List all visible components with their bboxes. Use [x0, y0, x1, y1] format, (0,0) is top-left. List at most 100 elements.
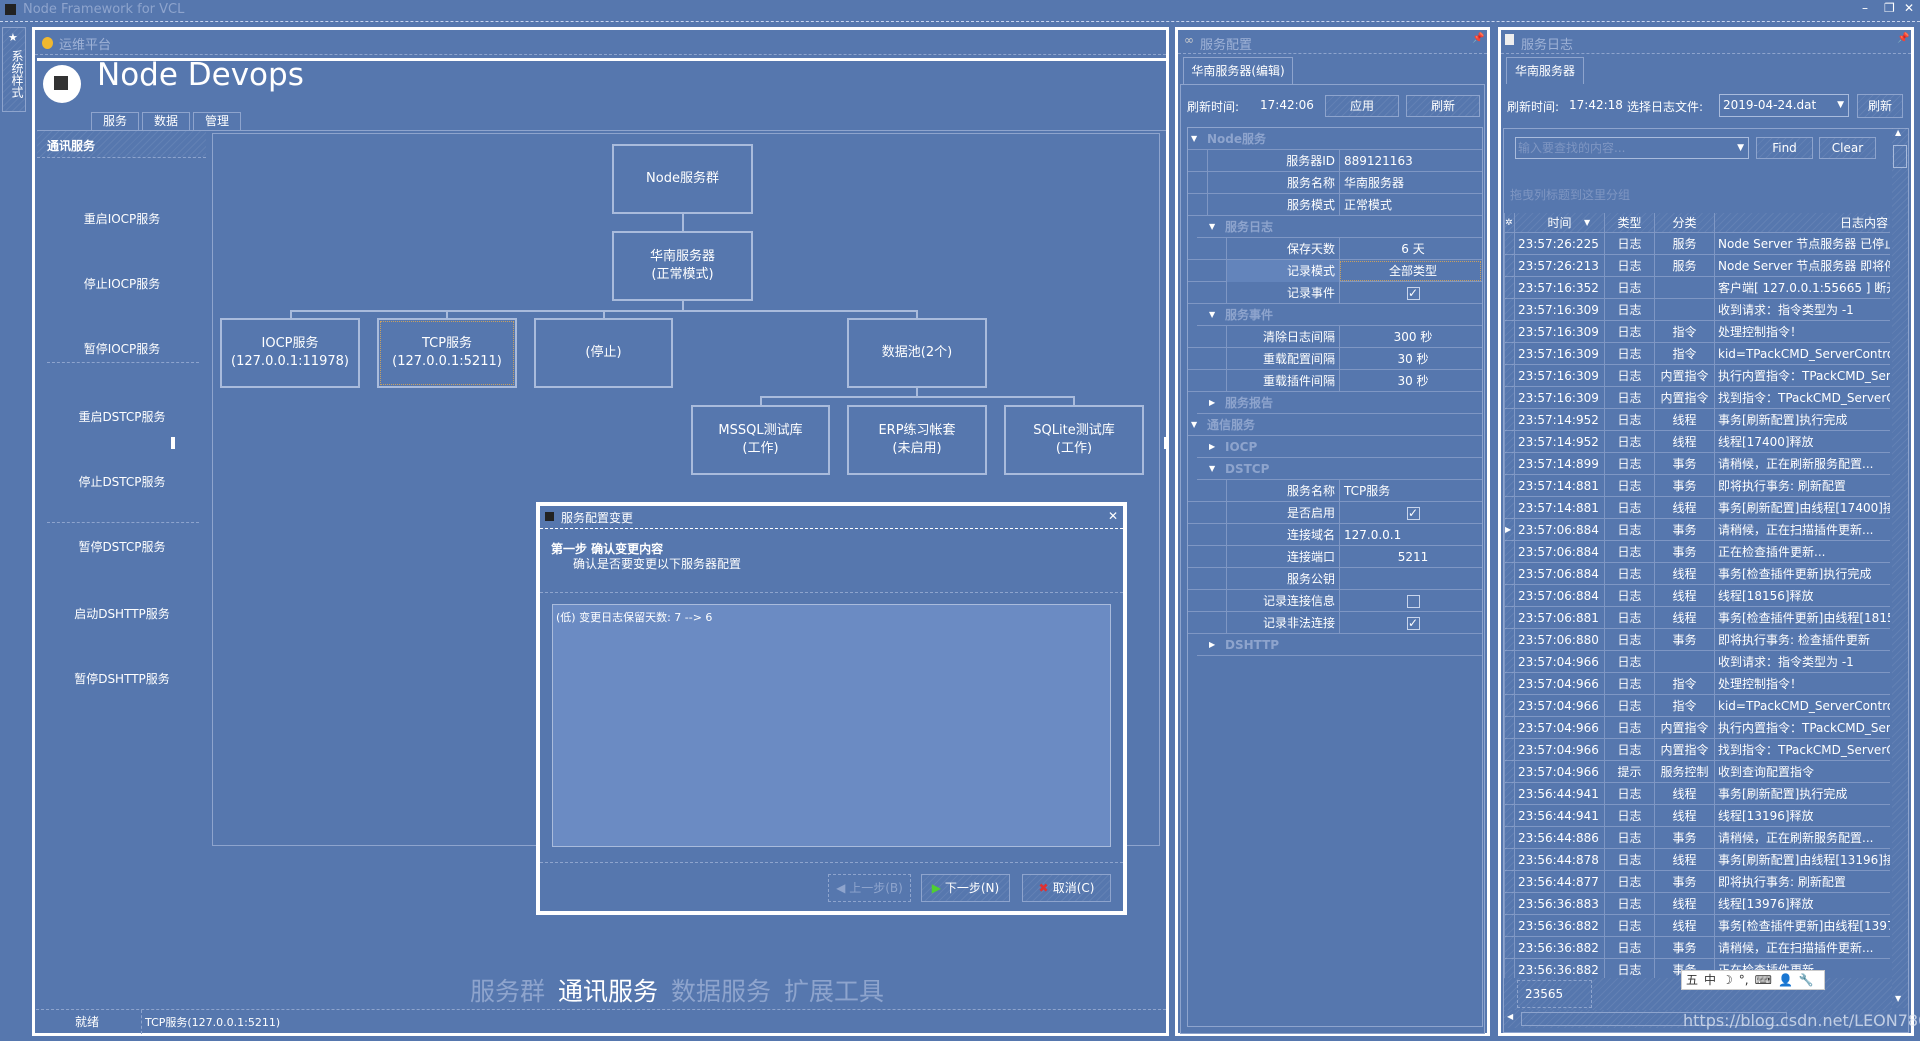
log-row[interactable]: 23:57:14:952 日志 线程 事务[刷新配置]执行完成 [1504, 409, 1890, 431]
ime-item-0[interactable]: 五 [1686, 971, 1698, 989]
sidebar-item[interactable]: 启动DSHTTP服务 [37, 605, 207, 622]
sidebar-item[interactable]: 暂停IOCP服务 [37, 340, 207, 357]
change-list[interactable]: (低) 变更日志保留天数: 7 --> 6 [552, 604, 1111, 847]
ime-item-3[interactable]: °, [1739, 971, 1749, 989]
sidebar-item[interactable]: 暂停DSHTTP服务 [37, 670, 207, 687]
log-row[interactable]: 23:57:06:881日志线程事务[检查插件更新]由线程[18156]接管 [1504, 607, 1890, 629]
property-value[interactable]: 正常模式 [1339, 194, 1482, 216]
node-http[interactable]: (停止) [534, 318, 673, 388]
ime-toolbar[interactable]: 五中 ☽ °, ⌨ 👤 🔧 [1681, 970, 1825, 990]
ime-item-4[interactable]: ⌨ [1755, 971, 1772, 989]
expand-arrow-icon[interactable]: ▼ [1209, 304, 1215, 326]
expand-arrow-icon[interactable]: ▼ [1209, 458, 1215, 480]
property-category[interactable]: ▼ Node服务 [1188, 128, 1482, 150]
log-row[interactable]: 23:56:44:941 日志 线程 事务[刷新配置]执行完成 [1504, 783, 1890, 805]
property-value[interactable]: 127.0.0.1 [1339, 524, 1482, 546]
property-row[interactable]: 服务公钥 [1188, 568, 1482, 590]
apply-button[interactable]: 应用 [1325, 95, 1399, 117]
refresh-button[interactable]: 刷新 [1406, 95, 1480, 117]
property-row[interactable]: 服务名称 TCP服务 [1188, 480, 1482, 502]
log-row[interactable]: 23:57:16:309日志内置指令执行内置指令：TPackCMD_Server… [1504, 365, 1890, 387]
node-erp[interactable]: ERP练习帐套 (未启用) [847, 405, 987, 475]
property-row[interactable]: 重载配置间隔 30 秒 [1188, 348, 1482, 370]
property-value[interactable]: 全部类型 [1339, 260, 1482, 282]
node-tcp[interactable]: TCP服务 (127.0.0.1:5211) [377, 318, 517, 388]
node-root[interactable]: Node服务群 [612, 144, 753, 214]
property-value[interactable]: 889121163 [1339, 150, 1482, 172]
pin-icon[interactable]: 📌 [1472, 33, 1484, 44]
log-row[interactable]: 23:57:14:899 日志 事务 请稍候，正在刷新服务配置... [1504, 453, 1890, 475]
property-row[interactable]: 连接端口 5211 [1188, 546, 1482, 568]
node-sqlite[interactable]: SQLite测试库 (工作) [1004, 405, 1144, 475]
ime-item-5[interactable]: 👤 [1778, 971, 1793, 989]
log-row[interactable]: 23:56:44:878 日志 线程 事务[刷新配置]由线程[13196]接管 [1504, 849, 1890, 871]
checkbox[interactable]: ✓ [1406, 617, 1420, 630]
log-row[interactable]: 23:56:36:882 日志 事务 请稍候，正在扫描插件更新... [1504, 937, 1890, 959]
log-row[interactable]: 23:57:06:884 日志 事务 正在检查插件更新... [1504, 541, 1890, 563]
node-mssql[interactable]: MSSQL测试库 (工作) [691, 405, 830, 475]
property-row[interactable]: 记录模式 全部类型 [1188, 260, 1482, 282]
column-header-3[interactable]: 日志内容 [1714, 213, 1890, 233]
property-value[interactable]: 华南服务器 [1339, 172, 1482, 194]
log-row[interactable]: 23:56:44:886 日志 事务 请稍候，正在刷新服务配置... [1504, 827, 1890, 849]
log-row[interactable]: ▶ 23:57:06:884 日志 事务 请稍候，正在扫描插件更新... [1504, 519, 1890, 541]
log-row[interactable]: 23:56:44:877 日志 事务 即将执行事务: 刷新配置 [1504, 871, 1890, 893]
log-row[interactable]: 23:57:14:881 日志 线程 事务[刷新配置]由线程[17400]接管 [1504, 497, 1890, 519]
vertical-scrollbar[interactable]: ▲ ▼ [1892, 128, 1908, 1008]
property-category[interactable]: ▼ 服务日志 [1197, 216, 1482, 238]
property-value[interactable]: 5211 [1339, 546, 1482, 568]
log-row[interactable]: 23:57:16:309 日志 指令 kid=TPackCMD_ServerCont… [1504, 343, 1890, 365]
column-header-1[interactable]: 类型 [1604, 213, 1654, 233]
property-row[interactable]: 清除日志间隔 300 秒 [1188, 326, 1482, 348]
log-row[interactable]: 23:57:04:966 日志 收到请求：指令类型为 -1 [1504, 651, 1890, 673]
property-row[interactable]: 是否启用 ✓ [1188, 502, 1482, 524]
tab-2[interactable]: 管理 [193, 112, 241, 130]
log-row[interactable]: 23:57:14:952 日志 线程 线程[17400]释放 [1504, 431, 1890, 453]
side-tab-system-style[interactable]: ★ 系统样式 [2, 27, 26, 112]
property-row[interactable]: 保存天数 6 天 [1188, 238, 1482, 260]
log-row[interactable]: 23:57:26:213 日志 服务 Node Server 节点服务器 即将停止 [1504, 255, 1890, 277]
log-row[interactable]: 23:56:36:883 日志 线程 线程[13976]释放 [1504, 893, 1890, 915]
property-category[interactable]: ▼ DSTCP [1197, 458, 1482, 480]
property-value[interactable]: 300 秒 [1339, 326, 1482, 348]
log-refresh-button[interactable]: 刷新 [1857, 94, 1903, 118]
ime-item-1[interactable]: 中 [1704, 971, 1716, 989]
log-file-select[interactable]: 2019-04-24.dat ▼ [1719, 94, 1849, 117]
sidebar-item[interactable]: 停止DSTCP服务 [37, 473, 207, 490]
log-row[interactable]: 23:56:36:882日志线程事务[检查插件更新]由线程[13976]接管 [1504, 915, 1890, 937]
property-value[interactable]: ✓ [1339, 282, 1482, 304]
property-row[interactable]: 重载插件间隔 30 秒 [1188, 370, 1482, 392]
log-row[interactable]: 23:56:44:941 日志 线程 线程[13196]释放 [1504, 805, 1890, 827]
bottom-tab[interactable]: 通讯服务 [558, 972, 658, 1008]
expand-arrow-icon[interactable]: ▼ [1191, 414, 1197, 436]
bottom-tab[interactable]: 服务群 [470, 972, 545, 1008]
config-tab[interactable]: 华南服务器(编辑) [1183, 57, 1293, 84]
tab-0[interactable]: 服务 [91, 112, 139, 130]
property-value[interactable] [1339, 568, 1482, 590]
bottom-tab[interactable]: 数据服务 [671, 972, 771, 1008]
clear-button[interactable]: Clear [1819, 137, 1876, 159]
property-row[interactable]: 服务名称 华南服务器 [1188, 172, 1482, 194]
property-row[interactable]: 记录非法连接 ✓ [1188, 612, 1482, 634]
column-header-2[interactable]: 分类 [1654, 213, 1714, 233]
expand-arrow-icon[interactable]: ▼ [1209, 216, 1215, 238]
log-row[interactable]: 23:57:06:880 日志 事务 即将执行事务: 检查插件更新 [1504, 629, 1890, 651]
ime-item-6[interactable]: 🔧 [1799, 971, 1814, 989]
log-grid[interactable]: ✲ 时间 类型 分类 日志内容 ▼ 23:57:26:225 日志 服务 Node Server … [1504, 213, 1892, 978]
log-row[interactable]: 23:57:04:966日志内置指令找到指令：TPackCMD_ServerCo… [1504, 739, 1890, 761]
property-value[interactable]: ✓ [1339, 612, 1482, 634]
dialog-close-button[interactable]: ✕ [1108, 509, 1118, 523]
property-category[interactable]: ▶ DSHTTP [1197, 634, 1482, 656]
sidebar-item[interactable]: 重启DSTCP服务 [37, 408, 207, 425]
log-row[interactable]: 23:57:04:966 日志 指令 处理控制指令！ [1504, 673, 1890, 695]
property-category[interactable]: ▶ 服务报告 [1197, 392, 1482, 414]
log-row[interactable]: 23:57:16:352日志 客户端[ 127.0.0.1:55665 ] 断开连… [1504, 277, 1890, 299]
log-row[interactable]: 23:57:04:966 提示 服务控制 收到查询配置指令 [1504, 761, 1890, 783]
log-tab[interactable]: 华南服务器 [1506, 57, 1584, 84]
log-row[interactable]: 23:57:06:884 日志 线程 线程[18156]释放 [1504, 585, 1890, 607]
property-row[interactable]: 记录事件 ✓ [1188, 282, 1482, 304]
property-category[interactable]: ▼ 服务事件 [1197, 304, 1482, 326]
sidebar-item[interactable]: 重启IOCP服务 [37, 210, 207, 227]
checkbox[interactable] [1406, 595, 1420, 608]
log-row[interactable]: 23:57:04:966 日志 指令 kid=TPackCMD_ServerCont… [1504, 695, 1890, 717]
